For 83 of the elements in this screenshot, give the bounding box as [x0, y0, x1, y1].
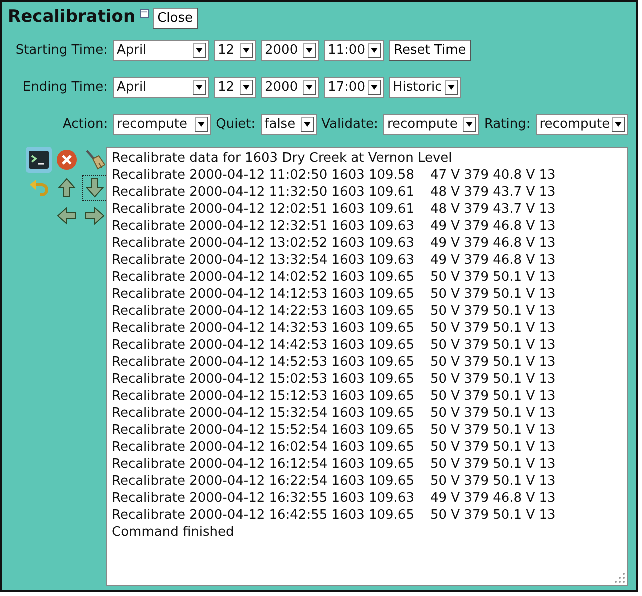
option-select[interactable]: recompute	[113, 114, 212, 135]
log-values: 49 V 379 46.8 V 13	[430, 235, 556, 252]
log-values: 49 V 379 46.8 V 13	[430, 490, 556, 507]
log-record: Recalibrate 2000-04-12 15:32:54 1603 109.65	[112, 405, 414, 422]
day-select[interactable]: 12	[214, 40, 256, 61]
log-values: 50 V 379 50.1 V 13	[430, 473, 556, 490]
caret-icon	[466, 122, 474, 127]
option-select[interactable]: recompute	[536, 114, 628, 135]
caret-icon	[304, 122, 311, 127]
mode-select[interactable]: Historic	[389, 77, 461, 98]
year-select[interactable]: 2000	[261, 40, 319, 61]
resize-grip-icon[interactable]	[615, 573, 625, 583]
log-record: Recalibrate 2000-04-12 11:32:50 1603 109.61	[112, 184, 414, 201]
log-values: 50 V 379 50.1 V 13	[430, 286, 556, 303]
log-values: 50 V 379 50.1 V 13	[430, 388, 556, 405]
log-line: Recalibrate data for 1603 Dry Creek at Vernon Level	[112, 150, 454, 167]
log-record: Recalibrate 2000-04-12 13:32:54 1603 109.63	[112, 252, 414, 269]
log-record: Recalibrate 2000-04-12 12:02:51 1603 109.61	[112, 201, 414, 218]
month-select[interactable]: April	[113, 40, 209, 61]
log-values: 50 V 379 50.1 V 13	[430, 337, 556, 354]
close-button[interactable]: Close	[152, 8, 198, 29]
collapse-button[interactable]: −	[140, 9, 149, 18]
time-select[interactable]: 17:00	[324, 77, 384, 98]
caret-icon	[371, 48, 378, 53]
log-record: Recalibrate 2000-04-12 16:22:54 1603 109.65	[112, 473, 414, 490]
caret-icon	[198, 122, 206, 127]
field-label: Starting Time:	[14, 43, 108, 58]
log-values: 48 V 379 43.7 V 13	[430, 184, 556, 201]
log-record: Recalibrate 2000-04-12 14:42:53 1603 109.65	[112, 337, 414, 354]
day-select[interactable]: 12	[214, 77, 256, 98]
field-label: Validate:	[322, 117, 378, 132]
log-values: 50 V 379 50.1 V 13	[430, 405, 556, 422]
field-label: Quiet:	[216, 117, 256, 132]
option-select[interactable]: false	[260, 114, 317, 135]
log-values: 50 V 379 50.1 V 13	[430, 371, 556, 388]
time-select[interactable]: 11:00	[324, 40, 384, 61]
caret-icon	[448, 85, 455, 90]
caret-icon	[243, 85, 250, 90]
window-title: Recalibration	[8, 6, 136, 28]
log-values: 50 V 379 50.1 V 13	[430, 320, 556, 337]
log-values: 50 V 379 50.1 V 13	[430, 269, 556, 286]
log-record: Recalibrate 2000-04-12 14:22:53 1603 109.65	[112, 303, 414, 320]
log-values: 50 V 379 50.1 V 13	[430, 507, 556, 524]
log-record: Recalibrate 2000-04-12 14:02:52 1603 109.65	[112, 269, 414, 286]
caret-icon	[614, 122, 622, 127]
field-label: Action:	[63, 117, 108, 132]
log-record: Recalibrate 2000-04-12 16:12:54 1603 109.65	[112, 456, 414, 473]
caret-icon	[306, 85, 313, 90]
reset-time-button[interactable]: Reset Time	[389, 40, 472, 61]
log-record: Recalibrate 2000-04-12 13:02:52 1603 109.63	[112, 235, 414, 252]
log-record: Recalibrate 2000-04-12 16:02:54 1603 109.65	[112, 439, 414, 456]
log-record: Recalibrate 2000-04-12 14:52:53 1603 109.65	[112, 354, 414, 371]
log-values: 50 V 379 50.1 V 13	[430, 354, 556, 371]
log-values: 50 V 379 50.1 V 13	[430, 439, 556, 456]
log-values: 50 V 379 50.1 V 13	[430, 422, 556, 439]
field-label: Ending Time:	[22, 80, 108, 95]
log-values: 48 V 379 43.7 V 13	[430, 201, 556, 218]
log-record: Recalibrate 2000-04-12 15:02:53 1603 109.65	[112, 371, 414, 388]
log-record: Recalibrate 2000-04-12 12:32:51 1603 109.63	[112, 218, 414, 235]
terminal-icon[interactable]	[26, 147, 52, 173]
field-label: Rating:	[484, 117, 531, 132]
caret-icon	[243, 48, 250, 53]
log-record: Recalibrate 2000-04-12 16:42:55 1603 109.65	[112, 507, 414, 524]
caret-icon	[371, 85, 378, 90]
log-values: 49 V 379 46.8 V 13	[430, 252, 556, 269]
log-line: Command finished	[112, 524, 236, 541]
log-values: 47 V 379 40.8 V 13	[430, 167, 556, 184]
log-record: Recalibrate 2000-04-12 15:52:54 1603 109.65	[112, 422, 414, 439]
log-values: 50 V 379 50.1 V 13	[430, 303, 556, 320]
caret-icon	[196, 85, 203, 90]
log-record: Recalibrate 2000-04-12 14:12:53 1603 109.65	[112, 286, 414, 303]
log-values: 49 V 379 46.8 V 13	[430, 218, 556, 235]
log-record: Recalibrate 2000-04-12 15:12:53 1603 109.65	[112, 388, 414, 405]
year-select[interactable]: 2000	[261, 77, 319, 98]
cancel-icon[interactable]	[54, 147, 80, 173]
log-record: Recalibrate 2000-04-12 16:32:55 1603 109.63	[112, 490, 414, 507]
log-record: Recalibrate 2000-04-12 11:02:50 1603 109.58	[112, 167, 414, 184]
caret-icon	[306, 48, 313, 53]
month-select[interactable]: April	[113, 77, 209, 98]
log-values: 50 V 379 50.1 V 13	[430, 456, 556, 473]
caret-icon	[196, 48, 203, 53]
option-select[interactable]: recompute	[383, 114, 480, 135]
log-record: Recalibrate 2000-04-12 14:32:53 1603 109.65	[112, 320, 414, 337]
